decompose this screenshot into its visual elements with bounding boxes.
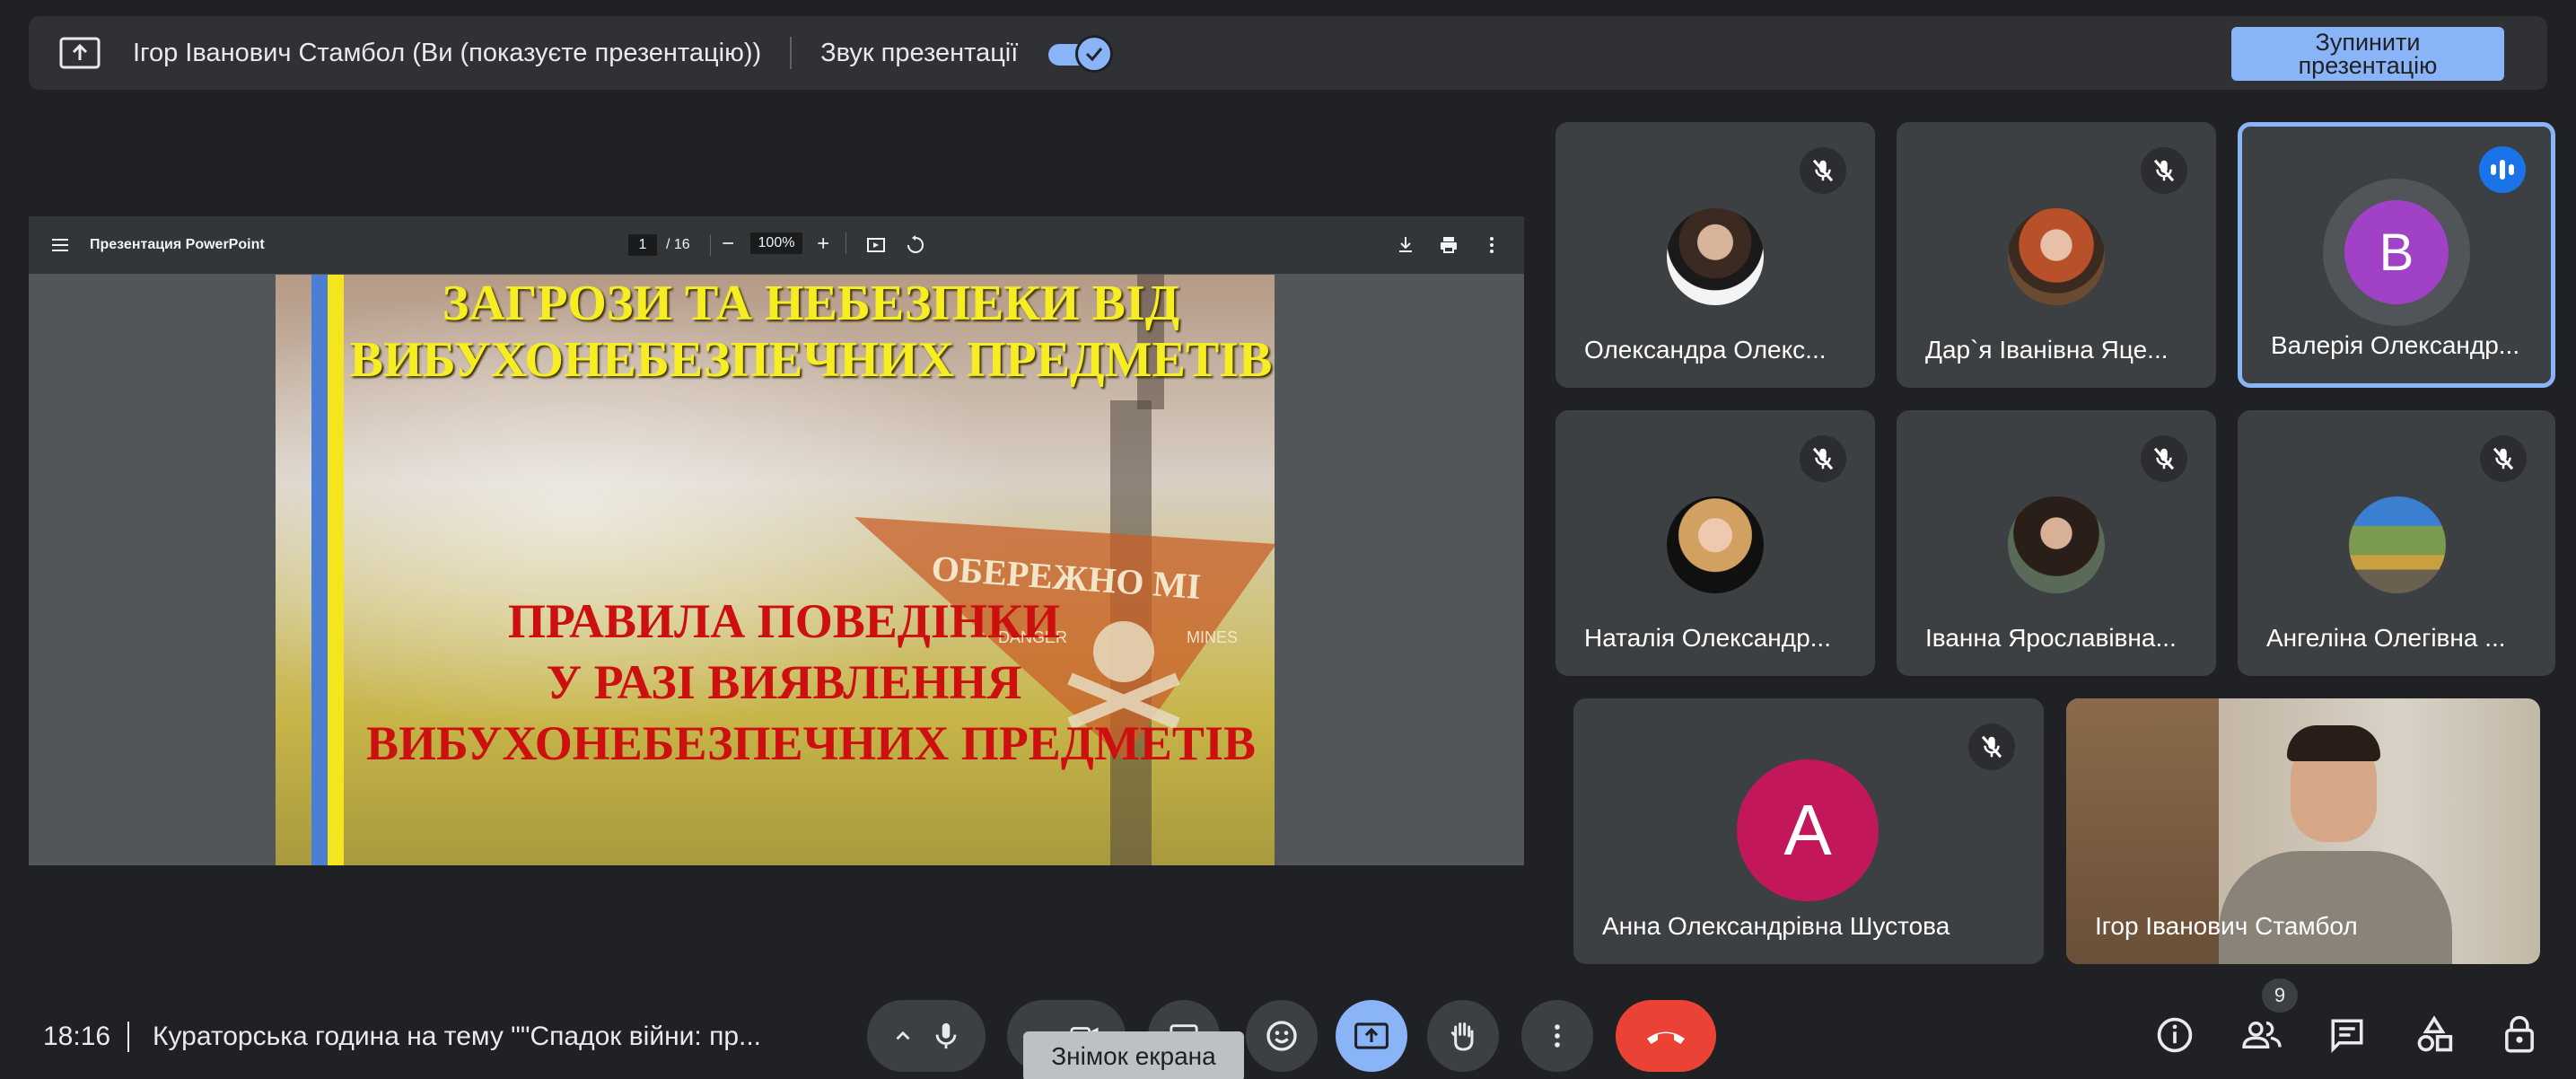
mic-off-icon [2141,147,2187,194]
presentation-sound-label: Звук презентації [820,38,1019,67]
more-vert-icon[interactable] [1481,234,1503,256]
participant-name: Дар`я Іванівна Яце... [1925,336,2169,364]
slide-title-line-1: ЗАГРОЗИ ТА НЕБЕЗПЕКИ ВІД [442,276,1180,331]
chat-icon [2331,1019,2363,1053]
mic-button[interactable] [867,1000,986,1072]
raise-hand-button[interactable] [1427,1000,1499,1072]
participant-name: Валерія Олександр... [2271,331,2520,359]
fit-page-icon[interactable] [865,234,887,256]
presentation-sound-toggle[interactable] [1048,35,1114,73]
participant-name: Іванна Ярославівна... [1925,624,2177,652]
download-icon[interactable] [1395,234,1416,256]
pdf-toolbar: Презентация PowerPoint 1 / 16 100% [29,216,1524,274]
menu-icon[interactable] [50,236,70,254]
avatar [1667,208,1764,305]
avatar [2008,208,2105,305]
participant-name: Олександра Олекс... [1584,336,1827,364]
hand-icon [1450,1022,1474,1051]
slide-subtitle-line-3: ВИБУХОНЕБЕЗПЕЧНИХ ПРЕДМЕТІВ [366,716,1256,770]
slide-subtitle-line-2: У РАЗІ ВИЯВЛЕННЯ [546,655,1022,709]
participant-tile-self-video[interactable]: Ігор Іванович Стамбол [2066,698,2540,964]
participant-name: Ігор Іванович Стамбол [2095,912,2358,940]
present-screen-icon [1354,1022,1389,1049]
info-icon [2157,1017,2193,1053]
participant-name: Наталія Олександр... [1584,624,1831,652]
document-title: Презентация PowerPoint [90,237,265,252]
stop-presenting-button[interactable]: Зупинити презентацію [2231,27,2504,81]
zoom-out-icon[interactable] [720,232,738,254]
bottom-divider [127,1022,129,1052]
reactions-button[interactable] [1246,1000,1318,1072]
zoom-controls: 100% [720,232,846,254]
slide-subtitle-line-1: ПРАВИЛА ПОВЕДІНКИ [507,594,1061,648]
avatar [2008,496,2105,593]
participant-name: Ангеліна Олегівна ... [2266,624,2506,652]
present-screen-icon [59,37,101,69]
screenshot-tooltip: Знімок екрана [1023,1031,1244,1079]
participant-tile[interactable]: Олександра Олекс... [1555,122,1875,388]
participant-tile[interactable]: А Анна Олександрівна Шустова [1573,698,2044,964]
mic-off-icon [2480,435,2527,482]
check-icon [1075,35,1114,73]
participant-tile[interactable]: Ангеліна Олегівна ... [2238,410,2555,676]
presenting-banner: Ігор Іванович Стамбол (Ви (показуєте пре… [29,16,2547,90]
shapes-icon [2417,1015,2453,1052]
end-call-icon [1647,1031,1685,1044]
banner-divider [790,37,793,69]
participant-tile[interactable]: Іванна Ярославівна... [1897,410,2216,676]
page-indicator: 1 / 16 [628,234,711,256]
people-icon [2242,1022,2282,1048]
mic-off-icon [2141,435,2187,482]
page-number-input[interactable]: 1 [628,234,657,256]
mic-off-icon [1800,147,1846,194]
mic-off-icon [1800,435,1846,482]
activities-button[interactable] [2412,1013,2457,1057]
meeting-title: Кураторська година на тему ""Спадок війн… [153,1022,762,1051]
chevron-up-icon[interactable] [891,1024,915,1048]
avatar [1667,496,1764,593]
people-count-badge: 9 [2262,978,2298,1013]
shared-presentation-viewer: Презентация PowerPoint 1 / 16 100% ОБЕРЕ… [29,216,1524,865]
page-total: / 16 [666,237,690,252]
more-vert-icon [1555,1024,1560,1048]
participant-tile[interactable]: Наталія Олександр... [1555,410,1875,676]
participant-tile-active-speaker[interactable]: В Валерія Олександр... [2238,122,2555,388]
avatar [2349,496,2446,593]
presentation-slide: ОБЕРЕЖНО МІ DANGER MINES ЗАГРОЗИ ТА НЕБЕ… [276,275,1275,865]
presenter-text: Ігор Іванович Стамбол (Ви (показуєте пре… [133,38,762,67]
speaking-indicator-icon [2479,146,2526,193]
slide-title-line-2: ВИБУХОНЕБЕЗПЕЧНИХ ПРЕДМЕТІВ [349,332,1273,388]
people-button[interactable] [2239,1013,2284,1057]
zoom-input[interactable]: 100% [750,232,802,254]
print-icon[interactable] [1438,234,1459,256]
lock-person-icon [2505,1015,2534,1053]
clock: 18:16 [43,1022,111,1051]
avatar: В [2344,200,2449,304]
present-now-button[interactable] [1336,1000,1407,1072]
chat-button[interactable] [2325,1013,2370,1057]
participant-name: Анна Олександрівна Шустова [1602,912,1950,940]
zoom-in-icon[interactable] [815,232,833,254]
mic-off-icon [1968,724,2015,770]
emoji-icon [1266,1021,1297,1051]
host-controls-button[interactable] [2497,1013,2542,1057]
meeting-details-button[interactable] [2152,1013,2197,1057]
avatar: А [1737,759,1879,901]
more-options-button[interactable] [1521,1000,1593,1072]
rotate-icon[interactable] [905,234,926,256]
participant-tile[interactable]: Дар`я Іванівна Яце... [1897,122,2216,388]
microphone-icon [935,1022,957,1049]
leave-call-button[interactable] [1616,1000,1716,1072]
